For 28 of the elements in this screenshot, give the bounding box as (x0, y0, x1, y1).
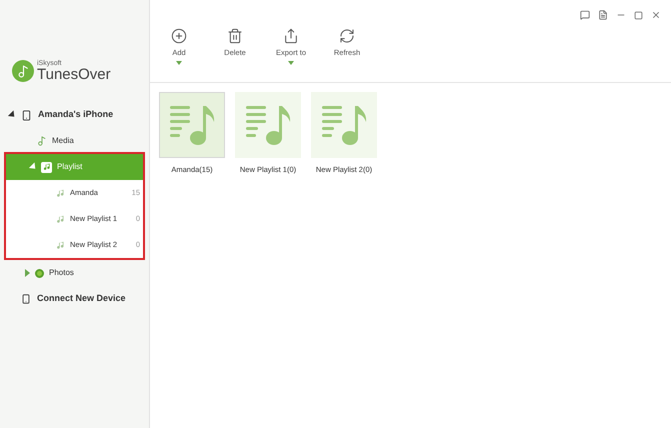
refresh-icon (339, 28, 355, 44)
connect-device-item[interactable]: Connect New Device (0, 286, 149, 312)
chat-icon[interactable] (580, 10, 590, 20)
sidebar-item[interactable]: Photos (0, 260, 149, 286)
phone-icon (21, 110, 32, 120)
music-icon (37, 136, 47, 146)
playlist-thumbnail[interactable] (235, 92, 301, 158)
connect-label: Connect New Device (37, 292, 126, 306)
logo-icon (12, 60, 34, 82)
dropdown-caret-icon[interactable] (176, 61, 182, 66)
device-name: Amanda's iPhone (38, 108, 114, 122)
collapsed-triangle-icon[interactable] (25, 269, 30, 277)
add-icon (171, 28, 187, 44)
close-icon[interactable] (651, 10, 661, 20)
device-item[interactable]: Amanda's iPhone (0, 102, 149, 128)
playlist-thumbnail[interactable] (159, 92, 225, 158)
music-note-icon (56, 188, 65, 198)
dropdown-caret-icon[interactable] (288, 61, 294, 66)
playlist-thumbnail[interactable] (311, 92, 377, 158)
music-note-icon (56, 214, 65, 224)
sidebar-item[interactable]: Media (0, 128, 149, 154)
trash-icon (227, 28, 243, 44)
phone-icon (21, 294, 31, 304)
document-icon[interactable] (598, 10, 608, 20)
brand-name: TunesOver (37, 67, 111, 82)
maximize-icon[interactable] (634, 10, 643, 20)
export-icon (283, 28, 299, 44)
music-note-icon (56, 240, 65, 250)
